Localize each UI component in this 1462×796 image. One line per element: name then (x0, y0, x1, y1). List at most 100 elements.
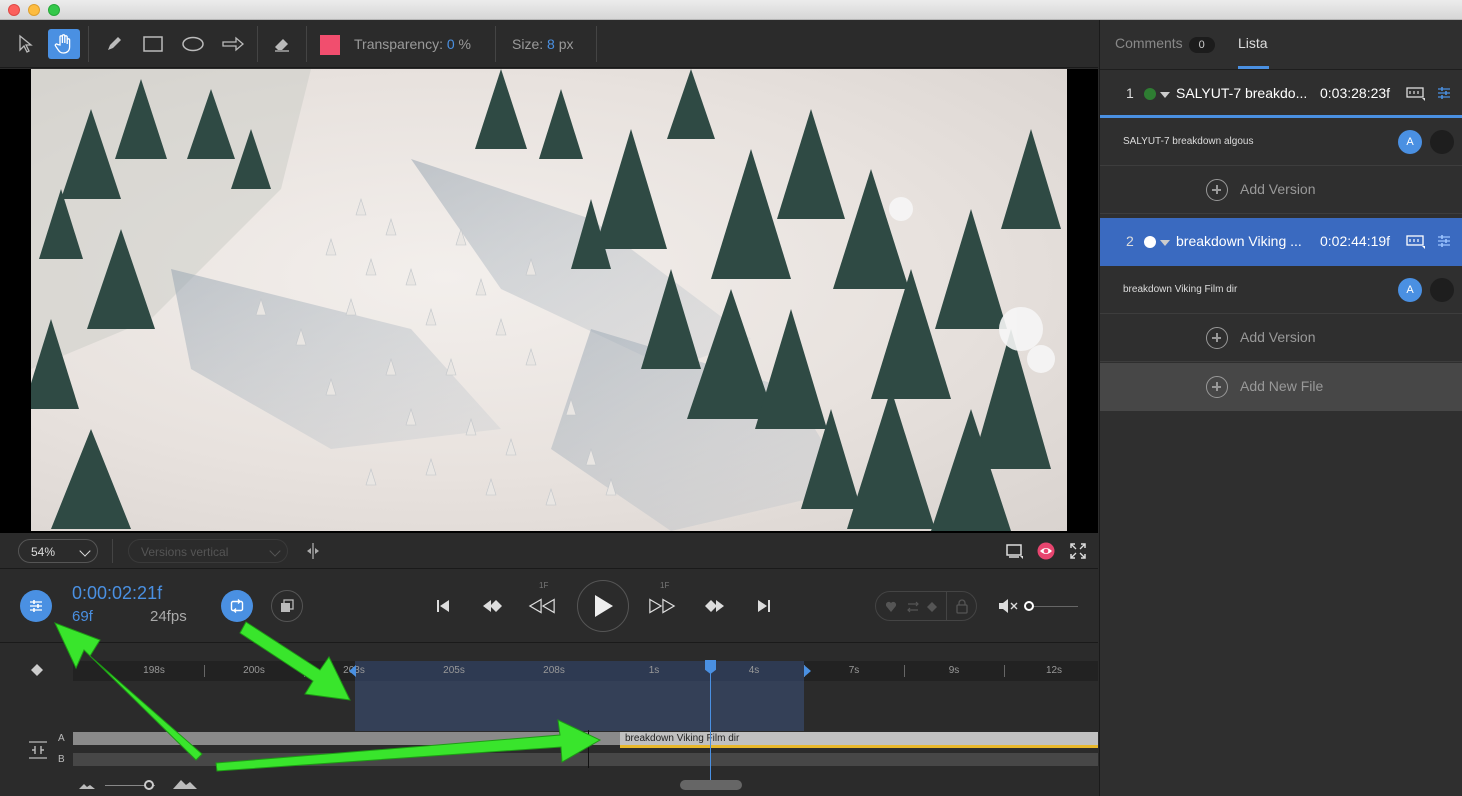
avatar[interactable]: A (1398, 130, 1422, 154)
ellipse-tool-button[interactable] (177, 29, 209, 59)
hand-tool-button[interactable] (48, 29, 80, 59)
add-new-file-label: Add New File (1240, 378, 1324, 394)
track-b-label: B (58, 754, 65, 765)
file-row[interactable]: 2 breakdown Viking ... 0:02:44:19f (1100, 218, 1462, 266)
step-forward-button[interactable] (648, 593, 676, 619)
go-to-start-button[interactable] (429, 593, 457, 619)
timeline-strip-icon[interactable] (1406, 85, 1426, 101)
pen-tool-button[interactable] (98, 29, 130, 59)
volume-slider-track[interactable] (1028, 606, 1078, 607)
timeline-strip-icon[interactable] (1406, 233, 1426, 249)
transparency-value[interactable]: 0 (447, 36, 455, 52)
marker-divider (946, 592, 947, 620)
compare-split-icon[interactable] (305, 542, 321, 560)
close-window-button[interactable] (8, 4, 20, 16)
plus-circle-icon (1206, 376, 1228, 398)
skip-end-icon (758, 600, 770, 612)
rectangle-tool-button[interactable] (137, 29, 169, 59)
arrow-tool-button[interactable] (217, 29, 249, 59)
in-point-marker[interactable] (349, 665, 356, 677)
avatar-placeholder[interactable] (1430, 278, 1454, 302)
minimize-window-button[interactable] (28, 4, 40, 16)
versions-layout-value: Versions vertical (141, 545, 229, 559)
add-marker-diamond-icon[interactable] (31, 664, 43, 676)
active-tab-indicator (1238, 66, 1269, 69)
avatar[interactable]: A (1398, 278, 1422, 302)
expand-caret-icon[interactable] (1160, 92, 1170, 98)
play-button[interactable] (577, 580, 629, 632)
size-label: Size: (512, 36, 544, 52)
eraser-tool-button[interactable] (266, 29, 298, 59)
loop-button[interactable] (221, 590, 253, 622)
status-dot (1144, 236, 1156, 248)
playback-controls: 0:00:02:21f 69f 24fps 1F 1F (0, 569, 1098, 643)
video-viewer[interactable] (0, 69, 1098, 533)
previous-marker-button[interactable] (478, 593, 506, 619)
next-marker-button[interactable] (701, 593, 729, 619)
sliders-icon[interactable] (1436, 233, 1452, 249)
add-version-button[interactable]: Add Version (1100, 166, 1462, 214)
tab-comments[interactable]: Comments 0 (1115, 35, 1215, 53)
track-b[interactable] (73, 753, 1098, 766)
step-back-label: 1F (539, 581, 549, 590)
compare-versions-button[interactable] (271, 590, 303, 622)
version-row[interactable]: breakdown Viking Film dir A (1100, 266, 1462, 314)
ellipse-icon (182, 36, 204, 52)
versions-layout-select[interactable]: Versions vertical (128, 539, 288, 563)
color-swatch-button[interactable] (320, 35, 340, 55)
out-point-marker[interactable] (804, 665, 811, 677)
arrow-icon (222, 36, 244, 52)
tab-lista[interactable]: Lista (1238, 35, 1268, 51)
timeline-zoom-handle[interactable] (144, 780, 154, 790)
ruler-label: 1s (648, 665, 660, 676)
fullscreen-icon[interactable] (1069, 542, 1087, 560)
eye-icon[interactable] (1037, 542, 1055, 560)
size-control[interactable]: Size: 8 px (512, 36, 574, 52)
add-version-button[interactable]: Add Version (1100, 314, 1462, 362)
zoom-in-mountain-icon[interactable] (172, 777, 198, 790)
pointer-tool-button[interactable] (9, 29, 41, 59)
file-row[interactable]: 1 SALYUT-7 breakdo... 0:03:28:23f (1100, 70, 1462, 118)
file-index: 1 (1126, 85, 1134, 101)
size-unit: px (558, 36, 574, 52)
step-forward-label: 1F (660, 581, 670, 590)
sliders-icon[interactable] (1436, 85, 1452, 101)
video-frame[interactable] (31, 69, 1067, 531)
toolbar-divider (88, 26, 89, 62)
ruler-labels: 198s 200s 203s 205s 208s 1s 4s 7s 9s 12s (73, 661, 1098, 681)
avatar-placeholder[interactable] (1430, 130, 1454, 154)
volume-slider-handle[interactable] (1024, 601, 1034, 611)
track-adjust-icon[interactable] (28, 741, 48, 759)
viewer-bar: 54% Versions vertical (0, 533, 1098, 569)
playhead-line (710, 661, 711, 786)
comments-count-badge: 0 (1188, 37, 1215, 53)
step-back-button[interactable] (528, 593, 556, 619)
toolbar-divider (495, 26, 496, 62)
zoom-window-button[interactable] (48, 4, 60, 16)
timecode-display[interactable]: 0:00:02:21f (72, 583, 162, 604)
expand-caret-icon[interactable] (1160, 240, 1170, 246)
display-mode-icon[interactable] (1006, 543, 1024, 559)
go-to-end-button[interactable] (750, 593, 778, 619)
transparency-control[interactable]: Transparency: 0 % (354, 36, 471, 52)
pen-icon (108, 37, 121, 50)
timeline-settings-button[interactable] (20, 590, 52, 622)
panel-tabs: Comments 0 Lista (1100, 20, 1462, 70)
version-row[interactable]: SALYUT-7 breakdown algous A (1100, 118, 1462, 166)
zoom-select[interactable]: 54% (18, 539, 98, 563)
ruler-label: 208s (543, 665, 565, 676)
timeline-scrollbar[interactable] (680, 780, 742, 790)
add-new-file-button[interactable]: Add New File (1100, 363, 1462, 411)
file-duration: 0:03:28:23f (1320, 85, 1391, 101)
zoom-out-mountain-icon[interactable] (78, 781, 96, 790)
size-value[interactable]: 8 (547, 36, 555, 52)
timeline-clip[interactable]: breakdown Viking Film dir (620, 732, 1098, 748)
version-name: breakdown Viking Film dir (1123, 284, 1238, 295)
ruler-label: 4s (748, 665, 760, 676)
timeline: 198s 200s 203s 205s 208s 1s 4s 7s 9s 12s… (0, 644, 1098, 796)
toolbar-divider (596, 26, 597, 62)
heart-swap-diamond-icons[interactable] (886, 600, 946, 614)
file-name: breakdown Viking ... (1176, 233, 1302, 249)
mute-icon[interactable] (998, 598, 1018, 614)
lock-icon[interactable] (956, 599, 968, 614)
